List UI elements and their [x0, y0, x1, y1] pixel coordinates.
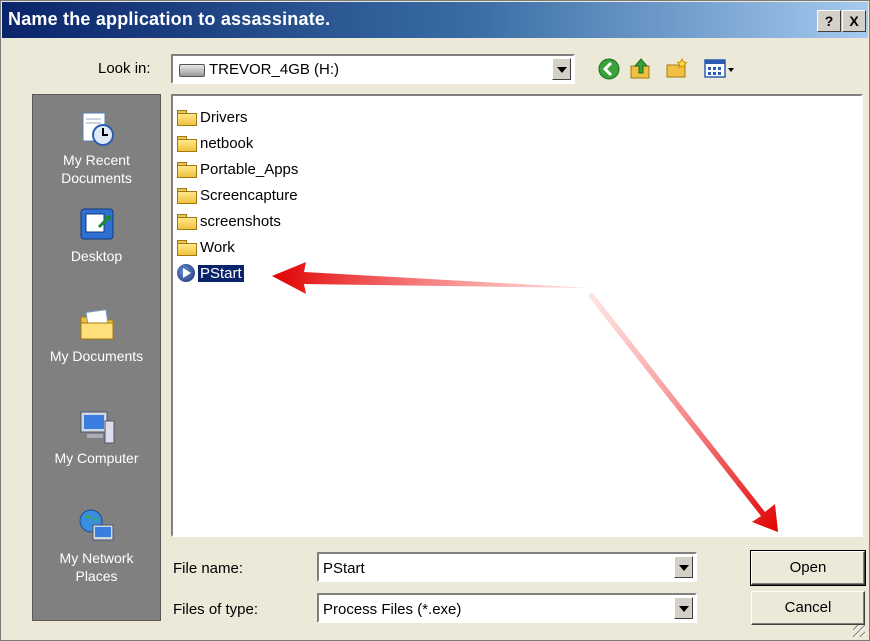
file-name: Work: [200, 238, 235, 256]
lookin-dropdown[interactable]: TREVOR_4GB (H:): [171, 54, 575, 84]
place-label: My Documents: [49, 348, 144, 364]
new-folder-icon[interactable]: [665, 57, 689, 81]
places-bar: My Recent Documents Desktop My Documents: [32, 94, 161, 621]
place-label-line1: My Recent: [63, 152, 130, 168]
place-label-line2: Places: [75, 568, 118, 584]
open-file-dialog: Name the application to assassinate. ? X…: [0, 0, 870, 641]
folder-icon: [177, 161, 197, 178]
place-desktop[interactable]: Desktop: [33, 205, 160, 265]
filename-input[interactable]: PStart: [317, 552, 697, 582]
filetype-select[interactable]: Process Files (*.exe): [317, 593, 697, 623]
desktop-icon: [80, 208, 113, 240]
place-label: My Computer: [54, 450, 139, 466]
up-folder-icon[interactable]: [629, 57, 653, 81]
views-menu-icon[interactable]: [703, 57, 737, 81]
place-label-line2: Documents: [61, 170, 132, 186]
folder-icon: [177, 109, 197, 126]
folder-icon: [177, 135, 197, 152]
file-name: Portable_Apps: [200, 160, 299, 178]
list-item[interactable]: screenshots: [177, 210, 281, 232]
open-button[interactable]: Open: [750, 550, 866, 586]
place-my-network-places[interactable]: My Network Places: [33, 507, 160, 585]
drive-icon: [179, 64, 205, 77]
pstart-app-icon: [177, 264, 195, 282]
filename-label: File name:: [173, 560, 244, 577]
my-documents-icon: [80, 309, 113, 340]
place-label: Desktop: [70, 248, 123, 264]
help-button[interactable]: ?: [817, 10, 841, 32]
filetype-label: Files of type:: [173, 601, 259, 618]
filename-value: PStart: [323, 560, 365, 577]
list-item[interactable]: Portable_Apps: [177, 158, 298, 180]
file-name: PStart: [198, 264, 244, 282]
place-my-documents[interactable]: My Documents: [33, 305, 160, 365]
filename-dropdown-arrow[interactable]: [674, 556, 693, 578]
file-name: netbook: [200, 134, 254, 152]
file-name: Drivers: [200, 108, 248, 126]
list-item[interactable]: Work: [177, 236, 235, 258]
title-bar[interactable]: Name the application to assassinate. ? X: [2, 2, 868, 38]
close-button[interactable]: X: [842, 10, 866, 32]
lookin-label: Look in:: [98, 60, 151, 77]
cancel-button[interactable]: Cancel: [751, 591, 865, 625]
filetype-dropdown-arrow[interactable]: [674, 597, 693, 619]
lookin-dropdown-arrow[interactable]: [552, 58, 571, 80]
list-item[interactable]: Drivers: [177, 106, 248, 128]
my-computer-icon: [80, 411, 114, 444]
place-my-computer[interactable]: My Computer: [33, 407, 160, 467]
folder-icon: [177, 239, 197, 256]
place-label-line1: My Network: [59, 550, 134, 566]
list-item-selected[interactable]: PStart: [177, 262, 244, 284]
place-my-recent-documents[interactable]: My Recent Documents: [33, 109, 160, 187]
back-icon[interactable]: [597, 57, 621, 81]
lookin-value: TREVOR_4GB (H:): [209, 61, 340, 78]
folder-icon: [177, 213, 197, 230]
my-network-places-icon: [79, 509, 113, 541]
file-list[interactable]: Drivers netbook Portable_Apps Screencapt…: [171, 94, 863, 537]
filetype-value: Process Files (*.exe): [323, 601, 462, 618]
file-name: Screencapture: [200, 186, 298, 204]
list-item[interactable]: netbook: [177, 132, 253, 154]
resize-grip[interactable]: [853, 625, 865, 637]
my-recent-documents-icon: [82, 112, 114, 146]
file-name: screenshots: [200, 212, 281, 230]
folder-icon: [177, 187, 197, 204]
list-item[interactable]: Screencapture: [177, 184, 298, 206]
window-title: Name the application to assassinate.: [8, 9, 331, 29]
